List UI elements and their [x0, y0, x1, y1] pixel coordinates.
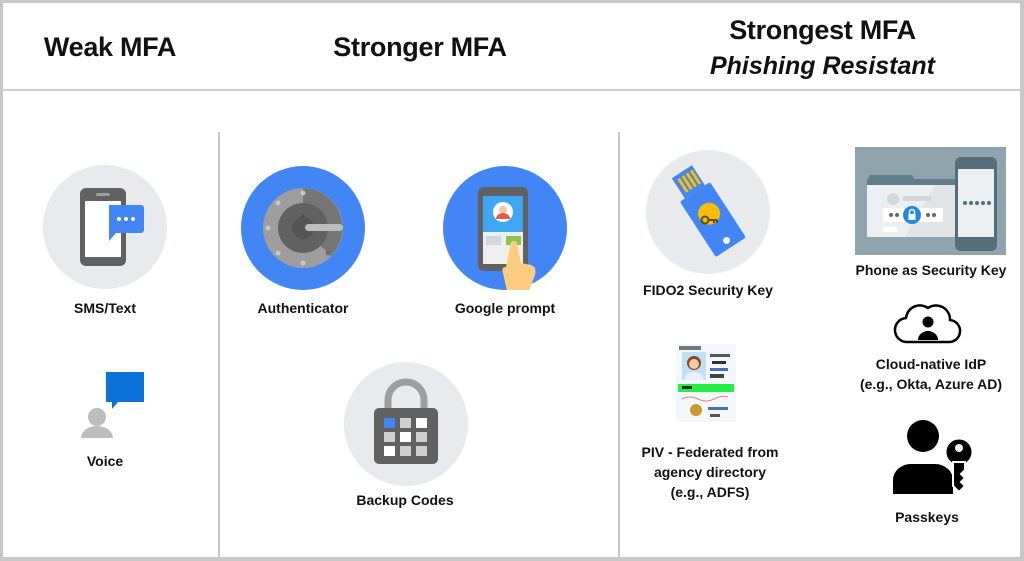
- piv-line-2: agency directory: [653, 464, 767, 480]
- method-label-google-prompt: Google prompt: [454, 300, 556, 316]
- method-label-sms: SMS/Text: [74, 300, 136, 316]
- backup-codes-lock-icon: [344, 362, 468, 486]
- phone-security-key-icon: [855, 147, 1006, 255]
- cloud-idp-line-1: Cloud-native IdP: [875, 356, 987, 372]
- method-label-backup-codes: Backup Codes: [356, 492, 454, 508]
- header-divider: [3, 89, 1020, 91]
- column-title-strongest: Strongest MFA: [729, 15, 916, 45]
- piv-card-icon: [676, 344, 736, 422]
- cloud-user-icon: [892, 302, 964, 346]
- cloud-idp-line-2: (e.g., Okta, Azure AD): [859, 376, 1003, 392]
- column-divider-2: [618, 132, 620, 557]
- voice-call-icon: [80, 372, 146, 440]
- method-label-piv: PIV - Federated from agency directory (e…: [625, 442, 795, 502]
- method-label-cloud-idp: Cloud-native IdP (e.g., Okta, Azure AD): [845, 354, 1017, 394]
- column-title-stronger: Stronger MFA: [333, 32, 507, 62]
- method-label-authenticator: Authenticator: [257, 300, 349, 316]
- passkey-user-key-icon: [893, 418, 977, 496]
- sms-phone-icon: [43, 165, 167, 289]
- method-label-passkeys: Passkeys: [895, 509, 959, 525]
- security-key-icon: [646, 150, 770, 274]
- column-subtitle-phishing-resistant: Phishing Resistant: [709, 52, 936, 80]
- piv-line-3: (e.g., ADFS): [670, 484, 750, 500]
- method-label-phone-security-key: Phone as Security Key: [855, 262, 1007, 278]
- authenticator-app-icon: [241, 166, 365, 290]
- google-prompt-icon: [443, 166, 567, 290]
- piv-line-1: PIV - Federated from: [641, 444, 779, 460]
- column-divider-1: [218, 132, 220, 557]
- column-title-weak: Weak MFA: [43, 32, 177, 62]
- method-label-fido2-key: FIDO2 Security Key: [643, 282, 773, 298]
- method-label-voice: Voice: [86, 453, 124, 469]
